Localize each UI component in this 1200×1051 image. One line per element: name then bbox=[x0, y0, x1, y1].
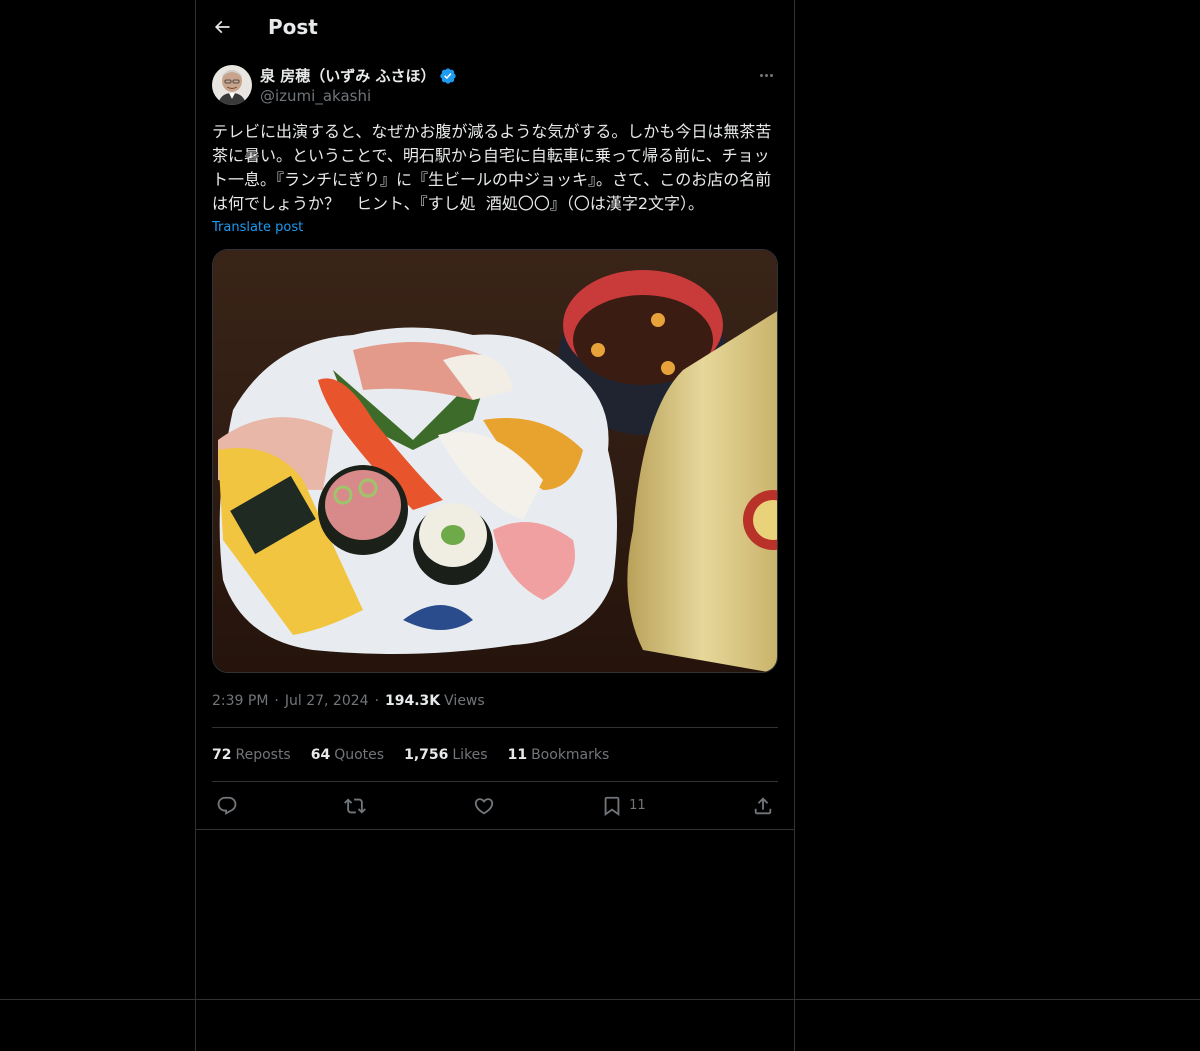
column-border-right bbox=[794, 0, 795, 1051]
stat-label: Reposts bbox=[235, 746, 291, 763]
stat-count: 64 bbox=[310, 746, 331, 763]
reply-button[interactable] bbox=[216, 795, 238, 817]
reply-icon bbox=[217, 796, 237, 815]
post-image[interactable] bbox=[212, 249, 778, 673]
dot bbox=[769, 73, 773, 77]
stat-bookmarks[interactable]: 11 Bookmarks bbox=[508, 747, 610, 763]
avatar[interactable] bbox=[212, 65, 252, 105]
bookmark-button[interactable]: 11 bbox=[601, 795, 646, 817]
views-label: Views bbox=[444, 693, 485, 709]
stat-likes[interactable]: 1,756 Likes bbox=[404, 747, 488, 763]
post-bottom-border bbox=[196, 829, 794, 830]
post-time[interactable]: 2:39 PM bbox=[212, 693, 268, 709]
post-text: テレビに出演すると、なぜかお腹が減るような気がする。しかも今日は無茶苦茶に暑い。… bbox=[212, 122, 772, 213]
heart-icon bbox=[474, 797, 493, 814]
like-button[interactable] bbox=[473, 795, 495, 817]
arrow-left-icon bbox=[214, 20, 230, 33]
bookmark-count: 11 bbox=[629, 798, 646, 813]
author-name-line: 泉 房穂（いずみ ふさほ） bbox=[260, 66, 457, 86]
stat-quotes[interactable]: 64 Quotes bbox=[311, 747, 384, 763]
author-name[interactable]: 泉 房穂（いずみ ふさほ） bbox=[260, 66, 435, 86]
bottom-border bbox=[0, 999, 1200, 1000]
repost-button[interactable] bbox=[344, 795, 367, 817]
engagement-stats: 72 Reposts 64 Quotes 1,756 Likes 11 Bookmark… bbox=[212, 728, 778, 781]
views-count: 194.3K bbox=[385, 693, 441, 709]
share-button[interactable] bbox=[752, 795, 774, 817]
stat-label: Likes bbox=[452, 746, 488, 763]
post-header: Post bbox=[196, 0, 794, 53]
meta-separator: · bbox=[274, 693, 279, 709]
primary-column: Post 泉 房穂（いずみ ふさほ） @izumi_akashi テレビに出演す… bbox=[196, 0, 794, 830]
stat-count: 1,756 bbox=[404, 746, 449, 763]
more-options-button[interactable] bbox=[754, 65, 778, 85]
translate-post-link[interactable]: Translate post bbox=[212, 219, 303, 237]
meta-separator: · bbox=[374, 693, 380, 709]
dot bbox=[764, 73, 768, 77]
back-button[interactable] bbox=[212, 17, 232, 37]
dot bbox=[759, 73, 763, 77]
page-title: Post bbox=[268, 14, 318, 39]
post-date[interactable]: Jul 27, 2024 bbox=[285, 693, 369, 709]
share-icon bbox=[754, 796, 772, 814]
sushi-photo bbox=[213, 250, 777, 672]
author-info: 泉 房穂（いずみ ふさほ） @izumi_akashi bbox=[260, 66, 457, 106]
stat-count: 72 bbox=[212, 746, 232, 763]
stat-label: Bookmarks bbox=[531, 746, 610, 763]
repost-icon bbox=[344, 798, 367, 813]
verified-badge-icon bbox=[440, 68, 457, 84]
post-meta: 2:39 PM · Jul 27, 2024 · 194.3K Views bbox=[212, 690, 778, 712]
author-handle[interactable]: @izumi_akashi bbox=[260, 86, 457, 106]
post-article: 泉 房穂（いずみ ふさほ） @izumi_akashi テレビに出演すると、なぜ… bbox=[196, 53, 794, 830]
stat-count: 11 bbox=[507, 746, 528, 763]
author-row: 泉 房穂（いずみ ふさほ） @izumi_akashi bbox=[212, 65, 778, 111]
bookmark-icon bbox=[604, 796, 620, 816]
stat-label: Quotes bbox=[334, 746, 385, 763]
action-bar: 11 bbox=[212, 782, 778, 829]
stat-reposts[interactable]: 72 Reposts bbox=[212, 747, 291, 763]
